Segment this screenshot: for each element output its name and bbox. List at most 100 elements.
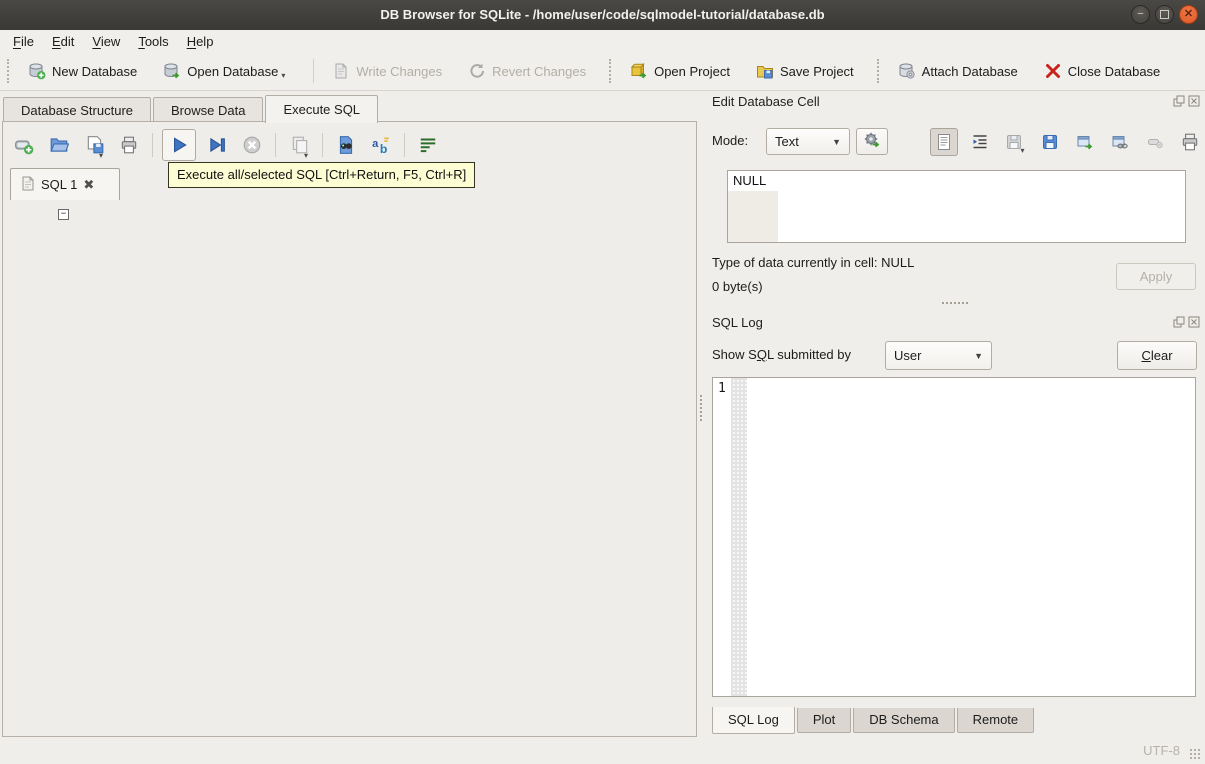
toolbar-label: Close Database [1067, 63, 1161, 79]
new-database-button[interactable]: New Database [20, 57, 145, 85]
fold-marker-icon[interactable]: − [58, 209, 69, 220]
close-panel-icon[interactable] [1188, 316, 1200, 328]
tab-close-icon[interactable]: ✖ [83, 177, 94, 193]
main-toolbar: New Database Open Database ▾ Write Changes R… [0, 52, 1205, 91]
sql-tab-label: SQL 1 [41, 177, 78, 192]
save-results-button: ▾ [285, 130, 313, 160]
db-open-icon [163, 62, 181, 80]
save-sql-file-button[interactable]: ▾ [80, 130, 108, 160]
save-as-blue-icon [1041, 133, 1059, 151]
clear-log-button[interactable]: Clear [1117, 341, 1197, 370]
tab-remote[interactable]: Remote [956, 708, 1035, 733]
toolbar-separator [322, 133, 323, 157]
toolbar-separator [313, 59, 315, 83]
toolbar-separator [275, 133, 276, 157]
edit-cell-title: Edit Database Cell [712, 94, 820, 109]
stop-button [238, 130, 266, 160]
close-panel-icon[interactable] [1188, 95, 1200, 107]
toolbar-label: Save Project [779, 63, 854, 79]
float-panel-icon[interactable] [1173, 95, 1185, 107]
log-filter-select[interactable]: User ▼ [885, 341, 992, 370]
app-window: DB Browser for SQLite - /home/user/code/… [0, 0, 1205, 764]
new-sql-tab-button[interactable] [10, 130, 38, 160]
close-button[interactable]: ✕ [1179, 5, 1198, 24]
window-controls: − ✕ [1131, 5, 1198, 24]
open-sql-file-button[interactable] [45, 130, 73, 160]
toolbar-separator [152, 133, 153, 157]
format-ab-icon: ab [371, 135, 391, 155]
execute-sql-panel [2, 121, 697, 737]
menu-view[interactable]: View [83, 32, 129, 51]
toolbar-label: Open Project [654, 63, 730, 79]
toolbar-label: New Database [52, 63, 138, 79]
revert-changes-button: Revert Changes [460, 57, 594, 85]
toolbar-handle [876, 59, 883, 83]
word-wrap-button[interactable] [414, 130, 442, 160]
cell-type-info: Type of data currently in cell: NULL [712, 255, 915, 270]
menu-file[interactable]: File [4, 32, 43, 51]
close-database-button[interactable]: Close Database [1036, 57, 1169, 85]
resize-grip[interactable] [1189, 748, 1201, 760]
float-panel-icon[interactable] [1173, 316, 1185, 328]
save-project-button[interactable]: Save Project [748, 57, 862, 85]
sql-editor-tab[interactable]: SQL 1 ✖ [10, 168, 120, 200]
doc-search-icon [336, 135, 356, 155]
main-tab-bar: Database Structure Browse Data Execute SQL [3, 95, 380, 123]
cell-value-editor[interactable]: NULL [727, 170, 1186, 243]
log-filter-label: Show SQL submitted by [712, 347, 851, 362]
sql-toolbar: ▾ ▾ a b [10, 128, 442, 162]
tab-database-structure[interactable]: Database Structure [3, 97, 152, 123]
tab-plot[interactable]: Plot [796, 708, 852, 733]
tooltip: Execute all/selected SQL [Ctrl+Return, F… [168, 162, 476, 188]
indent-icon [971, 133, 989, 151]
menu-tools[interactable]: Tools [129, 32, 177, 51]
copy-link-button[interactable] [1107, 129, 1133, 155]
execute-line-button[interactable] [203, 130, 231, 160]
find-in-sql-button[interactable] [332, 130, 360, 160]
log-gutter-hatch [731, 378, 747, 696]
toolbar-label: Open Database [187, 63, 279, 79]
db-attach-icon [898, 62, 916, 80]
stop-icon [242, 135, 262, 155]
export-data-button[interactable] [1037, 129, 1063, 155]
cell-value: NULL [733, 173, 767, 188]
open-in-external-button[interactable] [1072, 129, 1098, 155]
splitter-dock[interactable] [830, 300, 1080, 305]
menu-help[interactable]: Help [178, 32, 223, 51]
splitter-main-dock[interactable] [698, 393, 703, 423]
gear-go-icon [863, 131, 881, 152]
close-icon: ✕ [1183, 8, 1194, 20]
text-mode-button[interactable] [930, 128, 958, 156]
tab-execute-sql[interactable]: Execute SQL [265, 95, 379, 123]
apply-button[interactable]: Apply [1116, 263, 1196, 290]
open-project-button[interactable]: Open Project [622, 57, 738, 85]
attach-database-button[interactable]: Attach Database [890, 57, 1026, 85]
menu-edit[interactable]: Edit [43, 32, 83, 51]
sql-log-dock-buttons [1173, 316, 1200, 328]
print-cell-button[interactable] [1177, 129, 1203, 155]
wrap-lines-icon [418, 135, 438, 155]
print-sql-button[interactable] [115, 130, 143, 160]
format-sql-button[interactable]: ab [367, 130, 395, 160]
maximize-button[interactable] [1155, 5, 1174, 24]
dropdown-arrow-icon: ▾ [1020, 146, 1025, 155]
export-win-icon [1076, 133, 1094, 151]
toolbar-label: Attach Database [921, 63, 1018, 79]
tab-sql-log[interactable]: SQL Log [712, 707, 795, 734]
word-wrap-cell-button[interactable] [967, 129, 993, 155]
toolbar-handle [7, 59, 13, 83]
mode-label: Mode: [712, 133, 749, 148]
minimize-button[interactable]: − [1131, 5, 1150, 24]
play-next-icon [207, 135, 227, 155]
toolbar-handle [609, 59, 615, 83]
auto-apply-button[interactable] [856, 128, 888, 155]
tab-browse-data[interactable]: Browse Data [153, 97, 264, 123]
log-line-number: 1 [718, 381, 726, 396]
open-database-button[interactable]: Open Database ▾ [155, 57, 293, 85]
mode-select[interactable]: Text ▼ [766, 128, 850, 155]
tab-db-schema[interactable]: DB Schema [853, 708, 955, 733]
sql-log-area[interactable]: 1 [712, 377, 1196, 697]
execute-all-button[interactable] [162, 129, 196, 161]
toolbar-label: Revert Changes [492, 63, 587, 79]
svg-text:a: a [372, 138, 379, 150]
